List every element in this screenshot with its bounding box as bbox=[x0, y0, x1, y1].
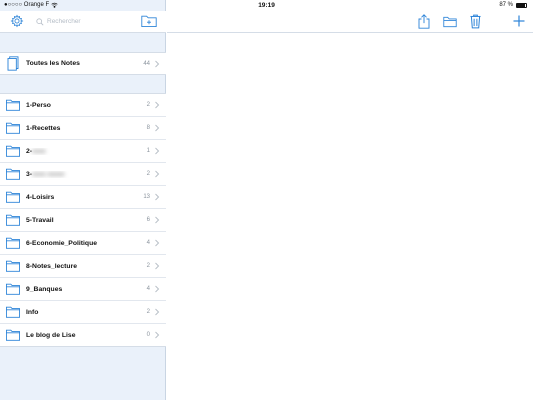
gear-icon[interactable] bbox=[10, 14, 24, 28]
folder-label: 1-Recettes bbox=[26, 124, 61, 132]
folder-label: 4-Loisirs bbox=[26, 193, 55, 201]
folder-icon bbox=[6, 237, 20, 249]
folder-icon bbox=[6, 283, 20, 295]
folder-count: 8 bbox=[146, 125, 150, 131]
search-icon bbox=[36, 17, 44, 25]
folder-count: 13 bbox=[143, 194, 150, 200]
battery-percent: 87 % bbox=[499, 2, 513, 8]
folder-icon bbox=[6, 168, 20, 180]
folder-row[interactable]: 1-Perso 2 bbox=[0, 94, 166, 117]
folder-label: 3-xxxx xxxxx bbox=[26, 170, 65, 178]
main-toolbar bbox=[167, 11, 533, 33]
move-to-folder-icon[interactable] bbox=[443, 16, 457, 28]
folder-count: 2 bbox=[146, 171, 150, 177]
folder-row[interactable]: 6-Economie_Politique 4 bbox=[0, 232, 166, 255]
search-placeholder: Rechercher bbox=[47, 18, 81, 25]
chevron-right-icon bbox=[155, 147, 160, 155]
chevron-right-icon bbox=[155, 285, 160, 293]
chevron-right-icon bbox=[155, 60, 160, 67]
status-bar: ●○○○○ Orange F 19:19 87 % bbox=[0, 0, 533, 11]
folder-label: Info bbox=[26, 308, 39, 316]
battery-icon bbox=[516, 2, 527, 8]
chevron-right-icon bbox=[155, 262, 160, 270]
folder-icon bbox=[6, 306, 20, 318]
all-notes-count: 44 bbox=[143, 60, 150, 67]
chevron-right-icon bbox=[155, 308, 160, 316]
folder-label: 8-Notes_lecture bbox=[26, 262, 77, 270]
chevron-right-icon bbox=[155, 331, 160, 339]
share-icon[interactable] bbox=[418, 14, 430, 29]
folder-count: 2 bbox=[146, 102, 150, 108]
chevron-right-icon bbox=[155, 193, 160, 201]
folder-count: 4 bbox=[146, 240, 150, 246]
all-notes-label: Toutes les Notes bbox=[26, 60, 80, 67]
folder-icon bbox=[6, 145, 20, 157]
folder-label: 2-xxxx bbox=[26, 147, 46, 155]
chevron-right-icon bbox=[155, 124, 160, 132]
folder-row[interactable]: 4-Loisirs 13 bbox=[0, 186, 166, 209]
folder-count: 6 bbox=[146, 217, 150, 223]
sidebar-toolbar: Rechercher bbox=[0, 11, 166, 33]
folder-count: 2 bbox=[146, 309, 150, 315]
folder-count: 0 bbox=[146, 332, 150, 338]
redacted-text: xxxx bbox=[32, 147, 46, 155]
battery-fill bbox=[517, 3, 525, 7]
plus-icon[interactable] bbox=[513, 15, 525, 27]
search-input[interactable]: Rechercher bbox=[36, 15, 130, 28]
folder-icon bbox=[6, 191, 20, 203]
folder-row[interactable]: 1-Recettes 8 bbox=[0, 117, 166, 140]
all-notes-row[interactable]: Toutes les Notes 44 bbox=[0, 52, 166, 75]
folder-count: 2 bbox=[146, 263, 150, 269]
sidebar: Rechercher Toutes les Notes 44 1-Perso 2 1… bbox=[0, 0, 166, 400]
folder-row[interactable]: 5-Travail 6 bbox=[0, 209, 166, 232]
chevron-right-icon bbox=[155, 170, 160, 178]
folder-icon bbox=[6, 122, 20, 134]
folder-row[interactable]: Info 2 bbox=[0, 301, 166, 324]
new-folder-icon[interactable] bbox=[141, 14, 157, 28]
folder-row[interactable]: 3-xxxx xxxxx 2 bbox=[0, 163, 166, 186]
folder-icon bbox=[6, 329, 20, 341]
folder-row[interactable]: Le blog de Lise 0 bbox=[0, 324, 166, 347]
folder-label: 5-Travail bbox=[26, 216, 54, 224]
status-battery: 87 % bbox=[499, 2, 527, 8]
trash-icon[interactable] bbox=[470, 14, 481, 29]
chevron-right-icon bbox=[155, 239, 160, 247]
status-time: 19:19 bbox=[258, 2, 275, 9]
folder-icon bbox=[6, 214, 20, 226]
folder-count: 4 bbox=[146, 286, 150, 292]
folder-label: 1-Perso bbox=[26, 101, 51, 109]
redacted-text: xxxx xxxxx bbox=[32, 170, 65, 178]
folder-row[interactable]: 2-xxxx 1 bbox=[0, 140, 166, 163]
folder-label: 9_Banques bbox=[26, 285, 63, 293]
folder-icon bbox=[6, 260, 20, 272]
chevron-right-icon bbox=[155, 101, 160, 109]
folder-row[interactable]: 8-Notes_lecture 2 bbox=[0, 255, 166, 278]
chevron-right-icon bbox=[155, 216, 160, 224]
folder-icon bbox=[6, 99, 20, 111]
folder-label: 6-Economie_Politique bbox=[26, 239, 98, 247]
notes-stack-icon bbox=[7, 56, 19, 71]
note-detail-area bbox=[167, 34, 533, 400]
folder-list: 1-Perso 2 1-Recettes 8 2-xxxx 1 3-xxxx xxxxx 2 4… bbox=[0, 93, 166, 347]
folder-label: Le blog de Lise bbox=[26, 331, 76, 339]
folder-count: 1 bbox=[146, 148, 150, 154]
folder-row[interactable]: 9_Banques 4 bbox=[0, 278, 166, 301]
